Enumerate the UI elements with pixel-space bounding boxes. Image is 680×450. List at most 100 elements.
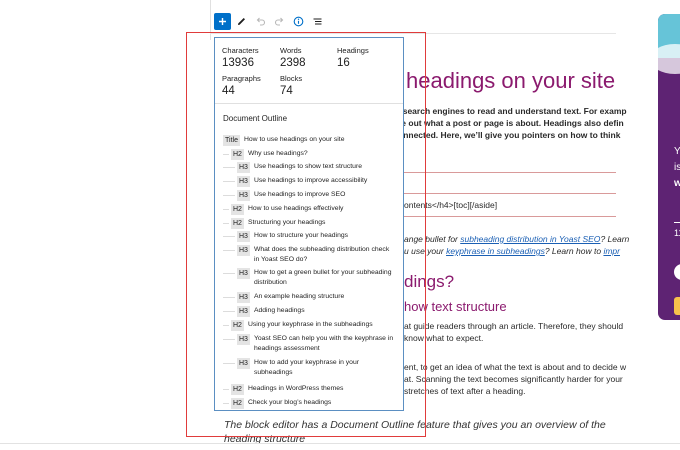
outline-item[interactable]: H2 Why use headings? — [215, 149, 403, 160]
outline-connector — [223, 311, 235, 312]
intro-line[interactable]: l search engines to read and understand … — [398, 106, 627, 116]
outline-item[interactable]: H3 Use headings to improve accessibility — [215, 176, 403, 187]
outline-item-text: Use headings to show text structure — [253, 163, 363, 170]
outline-item-text: Check your blog’s headings — [247, 399, 332, 406]
paragraph-line[interactable]: at guide readers through an article. The… — [404, 321, 623, 331]
heading-level-badge: H3 — [237, 190, 250, 201]
outline-item[interactable]: H2 Using your keyphrase in the subheading… — [215, 320, 403, 331]
outline-item-text: Use headings to improve SEO — [253, 191, 346, 198]
outline-item-text: Why use headings? — [247, 150, 308, 157]
outline-item[interactable]: H3 What does the subheading distribution … — [215, 245, 403, 264]
italic-note-line[interactable]: ange bullet for subheading distribution … — [404, 234, 629, 244]
outline-connector — [223, 297, 235, 298]
outline-item-text: What does the subheading distribution ch… — [253, 246, 390, 263]
outline-item[interactable]: Title How to use headings on your site — [215, 135, 403, 146]
keyphrase-subheadings-link[interactable]: keyphrase in subheadings — [446, 246, 545, 256]
outline-connector — [223, 363, 235, 364]
outline-item[interactable]: H3 How to structure your headings — [215, 231, 403, 242]
card-button[interactable] — [674, 297, 680, 315]
redo-icon[interactable] — [271, 13, 288, 30]
outline-item-text: How to get a green bullet for your subhe… — [253, 269, 392, 286]
stat-blocks: Blocks 74 — [280, 74, 302, 97]
undo-icon[interactable] — [252, 13, 269, 30]
outline-item-text: An example heading structure — [253, 293, 345, 300]
heading-level-badge: H3 — [237, 268, 250, 279]
outline-item-text: Using your keyphrase in the subheadings — [247, 321, 373, 328]
heading-level-badge: H2 — [231, 384, 244, 395]
details-popover: Characters 13936 Words 2398 Headings 16 … — [214, 37, 404, 411]
h2-heading[interactable]: dings? — [404, 272, 454, 292]
outline-item[interactable]: H3 How to get a green bullet for your sub… — [215, 268, 403, 287]
outline-item-text: How to use headings on your site — [243, 136, 345, 143]
outline-item[interactable]: H3 Adding headings — [215, 306, 403, 317]
intro-line[interactable]: onnected. Here, we’ll give you pointers … — [398, 130, 620, 140]
toolbar-divider — [210, 0, 211, 40]
pen-icon[interactable] — [233, 13, 250, 30]
card-divider — [674, 222, 680, 223]
heading-level-badge: H3 — [237, 334, 250, 345]
outline-item[interactable]: H3 Use headings to show text structure — [215, 162, 403, 173]
block-border — [400, 172, 616, 173]
outline-connector — [223, 339, 235, 340]
card-pill[interactable] — [674, 264, 680, 280]
stat-label: Words — [280, 46, 302, 55]
card-text: w — [674, 178, 680, 189]
list-view-icon[interactable] — [309, 13, 326, 30]
heading-level-badge: H2 — [231, 218, 244, 229]
italic-text: ange bullet for — [404, 234, 461, 244]
outline-connector — [223, 403, 229, 404]
heading-level-badge: H3 — [237, 231, 250, 242]
outline-item[interactable]: H2 Structuring your headings — [215, 218, 403, 229]
paragraph-line[interactable]: know what to expect. — [404, 333, 483, 343]
intro-line[interactable]: re out what a post or page is about. Hea… — [398, 118, 624, 128]
plus-icon[interactable] — [214, 12, 231, 30]
outline-connector — [223, 273, 235, 274]
card-text: Y — [674, 146, 680, 157]
paragraph-line[interactable]: stretches of text after a heading. — [404, 386, 525, 396]
outline-item[interactable]: H2 Check your blog’s headings — [215, 398, 403, 409]
outline-connector — [223, 209, 229, 210]
paragraph-line[interactable]: ent, to get an idea of what the text is … — [404, 362, 626, 372]
shortcode-block[interactable]: ontents</h4>[toc][/aside] — [404, 200, 497, 210]
outline-item-text: Use headings to improve accessibility — [253, 177, 368, 184]
stat-headings: Headings 16 — [337, 46, 369, 69]
outline-item[interactable]: H3 How to add your keyphrase in your subh… — [215, 358, 403, 377]
stat-label: Characters — [222, 46, 259, 55]
heading-level-badge: H3 — [237, 162, 250, 173]
heading-level-badge: H3 — [237, 245, 250, 256]
improve-link[interactable]: impr — [603, 246, 620, 256]
stat-label: Paragraphs — [222, 74, 261, 83]
outline-item[interactable]: H3 An example heading structure — [215, 292, 403, 303]
info-icon[interactable] — [290, 13, 307, 30]
outline-item[interactable]: H2 Headings in WordPress themes — [215, 384, 403, 395]
post-title-heading[interactable]: headings on your site — [406, 68, 615, 94]
outline-connector — [223, 325, 229, 326]
card-wave-shape — [658, 44, 680, 74]
outline-item[interactable]: H2 How to use headings effectively — [215, 204, 403, 215]
paragraph-line[interactable]: at. Scanning the text becomes significan… — [404, 374, 623, 384]
content-stats: Characters 13936 Words 2398 Headings 16 … — [215, 38, 405, 104]
stat-value: 44 — [222, 85, 235, 97]
outline-item-text: How to use headings effectively — [247, 205, 344, 212]
italic-note-line[interactable]: u use your keyphrase in subheadings? Lea… — [404, 246, 620, 256]
heading-level-badge: H2 — [231, 149, 244, 160]
subheading-distribution-link[interactable]: subheading distribution in Yoast SEO — [460, 234, 600, 244]
stat-label: Blocks — [280, 74, 303, 83]
promo-card: Y is w 11 — [658, 14, 680, 320]
outline-connector — [223, 167, 235, 168]
outline-item-text: Headings in WordPress themes — [247, 385, 344, 392]
heading-level-badge: H2 — [231, 204, 244, 215]
outline-item[interactable]: H3 Yoast SEO can help you with the keyphr… — [215, 334, 403, 353]
outline-item-text: Adding headings — [253, 307, 305, 314]
bottom-paragraph[interactable]: The block editor has a Document Outline … — [224, 419, 606, 431]
outline-item-text: How to structure your headings — [253, 232, 349, 239]
outline-connector — [223, 389, 229, 390]
outline-item-text: How to add your keyphrase in your subhea… — [253, 359, 359, 376]
stat-label: Headings — [337, 46, 369, 55]
italic-text: ? Learn — [600, 234, 630, 244]
stat-value: 2398 — [280, 57, 306, 69]
outline-connector — [223, 195, 235, 196]
h3-heading[interactable]: how text structure — [404, 299, 507, 314]
outline-item[interactable]: H3 Use headings to improve SEO — [215, 190, 403, 201]
heading-level-badge: H3 — [237, 176, 250, 187]
